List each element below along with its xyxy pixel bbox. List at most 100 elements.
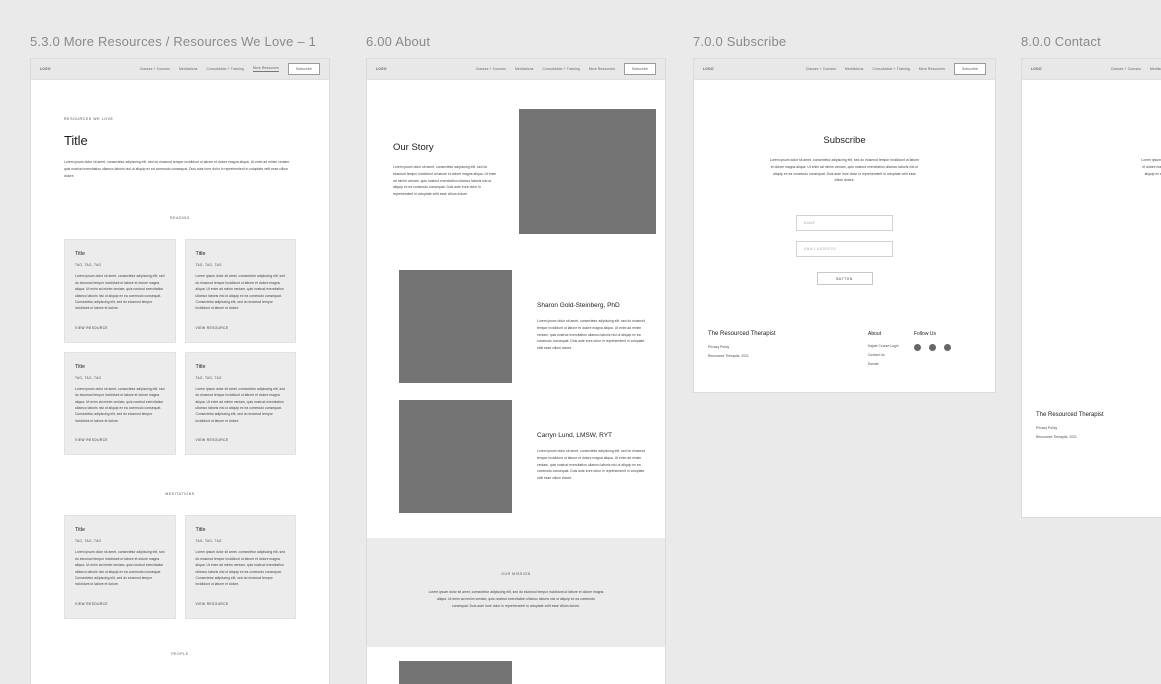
subscribe-name-placeholder: NAME xyxy=(804,221,816,225)
resource-card[interactable]: Title TAG, TAG, TAG Lorem ipsum dolor si… xyxy=(64,239,176,343)
card-grid-reading: Title TAG, TAG, TAG Lorem ipsum dolor si… xyxy=(64,239,296,456)
resource-card-tags: TAG, TAG, TAG xyxy=(195,263,222,268)
nav-subscribe-button[interactable]: Subscribe xyxy=(954,63,986,75)
site-footer: The Resourced Therapist Privacy Policy R… xyxy=(1022,398,1161,468)
nav-link-meditations[interactable]: Meditations xyxy=(845,67,864,71)
bio-image xyxy=(399,400,512,513)
bio-body: Lorem ipsum dolor sit amet, consectetur … xyxy=(537,319,646,350)
resource-card-title: Title xyxy=(195,251,206,258)
footer-brand: The Resourced Therapist xyxy=(708,331,776,337)
footer-about-heading: About xyxy=(868,331,882,337)
resource-card-link[interactable]: VIEW RESOURCE xyxy=(75,326,165,330)
about-heading: Our Story xyxy=(393,142,434,153)
resource-card[interactable]: Title TAG, TAG, TAG Lorem ipsum dolor si… xyxy=(184,515,296,619)
resource-card-link[interactable]: VIEW RESOURCE xyxy=(196,438,286,442)
card-grid-meditations: Title TAG, TAG, TAG Lorem ipsum dolor si… xyxy=(64,515,296,619)
mission-band: OUR MISSION Lorem ipsum dolor sit amet, … xyxy=(367,538,665,648)
nav-link-consultation-training[interactable]: Consultation + Training xyxy=(207,67,244,71)
nav-link-classes-courses[interactable]: Classes + Courses xyxy=(476,67,506,71)
nav-logo[interactable]: LOGO xyxy=(40,67,51,71)
site-nav: LOGO Classes + Courses Meditations Consu… xyxy=(367,59,665,80)
footer-link-donate[interactable]: Donate xyxy=(868,362,914,366)
section-label-people: PEOPLE xyxy=(171,651,189,656)
resource-card-title: Title xyxy=(75,527,85,534)
subscribe-email-field[interactable]: EMAIL ADDRESS xyxy=(796,241,893,257)
frame-title-contact: 8.0.0 Contact xyxy=(1021,34,1101,49)
social-circle-icon[interactable] xyxy=(914,344,921,351)
resource-card-body: Lorem ipsum dolor sit amet, consectetur … xyxy=(195,274,285,311)
section-label-meditations: MEDITATIONS xyxy=(165,492,195,497)
nav-logo[interactable]: LOGO xyxy=(703,67,714,71)
subscribe-email-placeholder: EMAIL ADDRESS xyxy=(804,247,837,251)
resources-heading: Title xyxy=(64,133,88,148)
footer-copyright: Resourced Therapist, 2021 xyxy=(708,354,749,358)
resource-card-body: Lorem ipsum dolor sit amet, consectetur … xyxy=(195,386,285,423)
resources-eyebrow: RESOURCES WE LOVE xyxy=(64,117,114,121)
nav-link-meditations[interactable]: Meditations xyxy=(1150,67,1161,71)
contact-intro: Lorem ipsum dolor sit amet, consectetur … xyxy=(1141,158,1161,176)
nav-link-classes-courses[interactable]: Classes + Courses xyxy=(806,67,836,71)
nav-logo[interactable]: LOGO xyxy=(1031,67,1042,71)
nav-link-more-resources[interactable]: More Resources xyxy=(589,67,615,71)
section-label-reading: READING xyxy=(170,216,190,221)
page-contact: LOGO Classes + Courses Meditations Consu… xyxy=(1021,58,1161,518)
resource-card-title: Title xyxy=(195,527,206,534)
footer-link-contact-us[interactable]: Contact Us xyxy=(868,353,914,357)
footer-brand: The Resourced Therapist xyxy=(1036,412,1104,418)
resource-card-link[interactable]: VIEW RESOURCE xyxy=(196,602,286,606)
nav-link-classes-courses[interactable]: Classes + Courses xyxy=(1111,67,1141,71)
nav-subscribe-button[interactable]: Subscribe xyxy=(624,63,656,75)
resource-card[interactable]: Title TAG, TAG, TAG Lorem ipsum dolor si… xyxy=(184,351,296,456)
nav-links: Classes + Courses Meditations Consultati… xyxy=(476,63,656,75)
subscribe-heading: Subscribe xyxy=(823,135,866,146)
site-footer: The Resourced Therapist Privacy Policy R… xyxy=(694,317,995,387)
resource-card-tags: TAG, TAG, TAG xyxy=(195,539,222,544)
resource-card[interactable]: Title TAG, TAG, TAG Lorem ipsum dolor si… xyxy=(64,515,176,619)
frame-contact: 8.0.0 Contact LOGO Classes + Courses Med… xyxy=(1021,34,1161,518)
resource-card[interactable]: Title TAG, TAG, TAG Lorem ipsum dolor si… xyxy=(184,239,296,343)
footer-privacy-link[interactable]: Privacy Policy xyxy=(1036,426,1161,430)
resource-card-title: Title xyxy=(75,363,85,370)
subscribe-submit-button[interactable]: BUTTON xyxy=(816,272,873,285)
frame-title-about: 6.00 About xyxy=(366,34,431,49)
resource-card-link[interactable]: VIEW RESOURCE xyxy=(196,326,286,330)
frame-more-resources: 5.3.0 More Resources / Resources We Love… xyxy=(30,34,330,684)
nav-link-more-resources[interactable]: More Resources xyxy=(919,67,945,71)
about-hero-image xyxy=(519,109,656,234)
social-circle-icon[interactable] xyxy=(944,344,951,351)
wireframe-board: 5.3.0 More Resources / Resources We Love… xyxy=(0,0,1161,684)
about-intro: Lorem ipsum dolor sit amet, consectetur … xyxy=(393,165,497,196)
resource-card-body: Lorem ipsum dolor sit amet, consectetur … xyxy=(75,274,165,311)
nav-link-more-resources[interactable]: More Resources xyxy=(252,66,280,72)
nav-link-classes-courses[interactable]: Classes + Courses xyxy=(140,67,170,71)
frame-subscribe: 7.0.0 Subscribe LOGO Classes + Courses M… xyxy=(693,34,996,393)
nav-link-consultation-training[interactable]: Consultation + Training xyxy=(873,67,910,71)
footer-privacy-link[interactable]: Privacy Policy xyxy=(708,345,868,349)
nav-link-meditations[interactable]: Meditations xyxy=(515,67,534,71)
footer-link-kajabi-course-login[interactable]: Kajabi Course Login xyxy=(868,344,914,348)
nav-subscribe-button[interactable]: Subscribe xyxy=(288,63,320,75)
bio-name: Sharon Gold-Steinberg, PhD xyxy=(537,302,620,309)
resource-card-body: Lorem ipsum dolor sit amet, consectetur … xyxy=(75,386,165,423)
nav-links: Classes + Courses Meditations Consultati… xyxy=(140,63,320,75)
resource-card-tags: TAG, TAG, TAG xyxy=(75,539,102,544)
resource-card-link[interactable]: VIEW RESOURCE xyxy=(75,438,165,442)
nav-link-meditations[interactable]: Meditations xyxy=(179,67,198,71)
resource-card-tags: TAG, TAG, TAG xyxy=(75,375,102,380)
page-subscribe: LOGO Classes + Courses Meditations Consu… xyxy=(693,58,996,393)
resource-card-tags: TAG, TAG, TAG xyxy=(75,263,102,268)
resource-card-link[interactable]: VIEW RESOURCE xyxy=(75,602,165,606)
nav-link-consultation-training[interactable]: Consultation + Training xyxy=(543,67,580,71)
resources-intro: Lorem ipsum dolor sit amet, consectetur … xyxy=(64,160,291,178)
resource-card-title: Title xyxy=(195,363,206,370)
subscribe-intro: Lorem ipsum dolor sit amet, consectetur … xyxy=(769,158,920,183)
bio-body: Lorem ipsum dolor sit amet, consectetur … xyxy=(537,449,646,480)
subscribe-name-field[interactable]: NAME xyxy=(796,215,893,231)
social-circle-icon[interactable] xyxy=(929,344,936,351)
nav-links: Classes + Courses Meditations Consultati… xyxy=(806,63,986,75)
nav-logo[interactable]: LOGO xyxy=(376,67,387,71)
bio-name: Carryn Lund, LMSW, RYT xyxy=(537,432,613,439)
frame-title-subscribe: 7.0.0 Subscribe xyxy=(693,34,787,49)
resource-card[interactable]: Title TAG, TAG, TAG Lorem ipsum dolor si… xyxy=(64,351,176,456)
page-about: LOGO Classes + Courses Meditations Consu… xyxy=(366,58,666,684)
